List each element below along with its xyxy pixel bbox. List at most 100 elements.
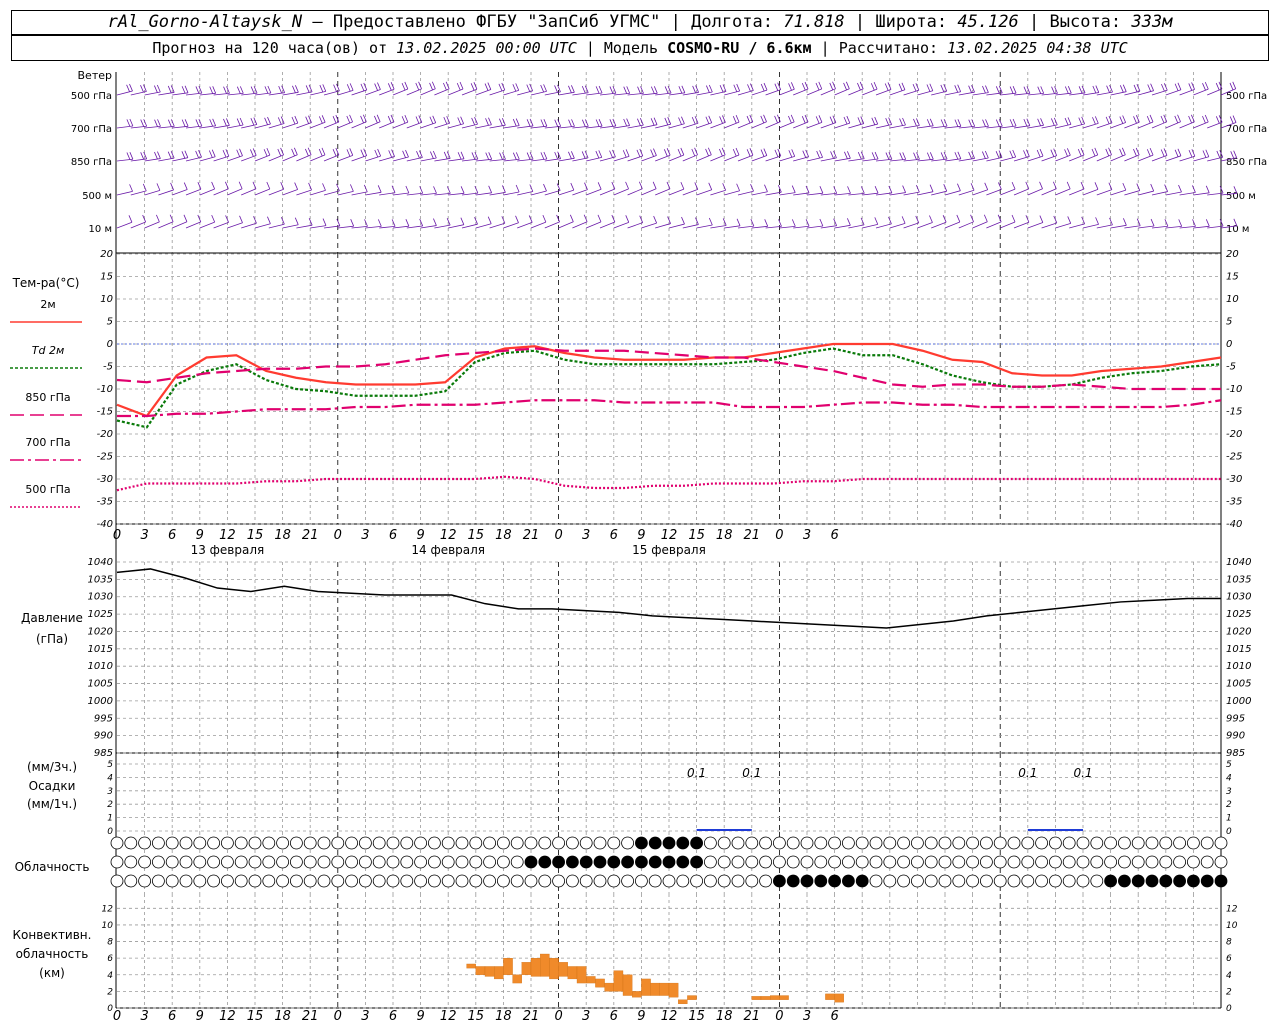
cloud-cover-circle — [621, 874, 634, 888]
cloud-cover-circle — [773, 874, 786, 888]
cloud-cover-circle — [938, 874, 952, 888]
pressure-y-tick-label: 1000 — [88, 696, 113, 707]
wind-barb-feather — [1119, 116, 1124, 124]
wind-barb — [144, 125, 161, 129]
wind-barb — [613, 125, 630, 129]
wind-barb-feather — [267, 216, 271, 224]
wind-barb — [1013, 221, 1030, 229]
wind-barb-feather — [1092, 117, 1096, 125]
conv-y-tick-label-right: 4 — [1226, 971, 1232, 981]
wind-barb-feather — [612, 86, 617, 94]
wind-barb-feather — [664, 117, 669, 126]
wind-barb — [668, 223, 685, 229]
cloud-cover-circle — [179, 855, 193, 869]
wind-barb-feather — [832, 81, 836, 89]
wind-barb-feather — [818, 115, 823, 123]
wind-barb-feather — [705, 116, 710, 124]
cloud-cover-circle — [469, 874, 483, 888]
wind-barb — [1096, 189, 1113, 196]
wind-barb-feather — [305, 116, 310, 124]
pressure-title: Давление — [21, 611, 83, 625]
wind-barb-feather — [349, 148, 354, 156]
wind-barb-feather — [692, 85, 697, 94]
wind-barb-feather — [184, 119, 189, 127]
cloud-cover-circle — [1076, 874, 1090, 888]
wind-barb — [820, 88, 836, 96]
wind-barb-feather — [360, 149, 365, 157]
wind-barb — [420, 122, 436, 129]
wind-barb — [172, 189, 188, 196]
wind-barb-feather — [460, 217, 465, 225]
wind-barb-feather — [885, 152, 890, 160]
cloud-cover-circle — [566, 874, 579, 888]
wind-barb — [420, 88, 436, 96]
cloud-cover-circle — [690, 836, 703, 850]
wind-barb — [793, 121, 809, 129]
wind-barb-feather — [224, 181, 229, 189]
wind-barb — [820, 122, 837, 129]
wind-barb — [213, 92, 230, 96]
cloud-cover-circle — [911, 836, 924, 850]
cloud-cover-circle — [814, 855, 828, 869]
cloud-cover-circle — [414, 836, 428, 850]
cloud-cover-circle — [1076, 855, 1090, 869]
temp-x-tick-label: 6 — [610, 528, 618, 543]
wind-barb-feather — [1188, 115, 1192, 124]
wind-barb-feather — [847, 151, 851, 159]
temp-y-tick-label-right: 0 — [1226, 339, 1232, 350]
cloud-cover-circle — [828, 874, 841, 888]
wind-barb-feather — [623, 86, 628, 94]
wind-barb-feather — [540, 119, 545, 127]
wind-barb-feather — [277, 148, 282, 157]
wind-barb — [779, 225, 796, 229]
wind-barb — [572, 189, 588, 196]
wind-barb-feather — [346, 149, 351, 157]
wind-barb — [627, 188, 643, 196]
wind-barb — [351, 155, 367, 162]
wind-barb — [834, 122, 850, 129]
temp-legend-label: 500 гПа — [25, 483, 70, 496]
wind-barb-feather — [529, 184, 534, 192]
wind-barb — [144, 158, 161, 162]
date-label: 13 февраля — [191, 543, 265, 557]
wind-barb-feather — [474, 185, 479, 194]
wind-barb-feather — [487, 216, 492, 224]
cloud-cover-circle — [648, 836, 662, 850]
wind-barb — [406, 225, 423, 229]
wind-barb — [1041, 155, 1057, 162]
wind-barb — [751, 89, 768, 96]
conv-x-tick-label: 6 — [389, 1009, 397, 1024]
wind-barb-feather — [1040, 118, 1044, 126]
wind-barb — [793, 225, 810, 229]
wind-barb — [1013, 92, 1030, 96]
wind-barb — [517, 90, 533, 96]
wind-barb — [254, 92, 271, 96]
wind-barb-feather — [816, 150, 821, 159]
conv-unit: (км) — [39, 966, 65, 980]
wind-barb-feather — [746, 115, 751, 124]
wind-barb — [848, 123, 864, 129]
wind-barb-feather — [374, 115, 378, 124]
wind-barb — [1082, 154, 1098, 162]
wind-barb-feather — [571, 151, 575, 159]
wind-barb — [696, 189, 712, 196]
cloud-cover-circle — [220, 874, 234, 888]
wind-barb — [806, 225, 823, 229]
wind-barb — [1027, 93, 1044, 96]
wind-barb — [475, 192, 492, 196]
conv-x-tick-label: 6 — [610, 1009, 618, 1024]
wind-barb-feather — [181, 86, 186, 94]
date-label: 14 февраля — [411, 543, 485, 557]
wind-barb-feather — [1205, 185, 1210, 193]
wind-barb — [1151, 121, 1167, 129]
temp-y-tick-label: -10 — [97, 384, 113, 395]
wind-barb-feather — [595, 119, 600, 127]
cloud-cover-circle — [234, 836, 248, 850]
wind-barb-feather — [998, 85, 1003, 94]
precip-y-tick-label-right: 1 — [1226, 814, 1232, 824]
temp-x-tick-label: 18 — [495, 528, 512, 543]
wind-barb-feather — [804, 81, 809, 90]
wind-barb-feather — [515, 83, 520, 91]
wind-barb-feather — [154, 119, 158, 127]
wind-barb-feather — [681, 216, 685, 225]
